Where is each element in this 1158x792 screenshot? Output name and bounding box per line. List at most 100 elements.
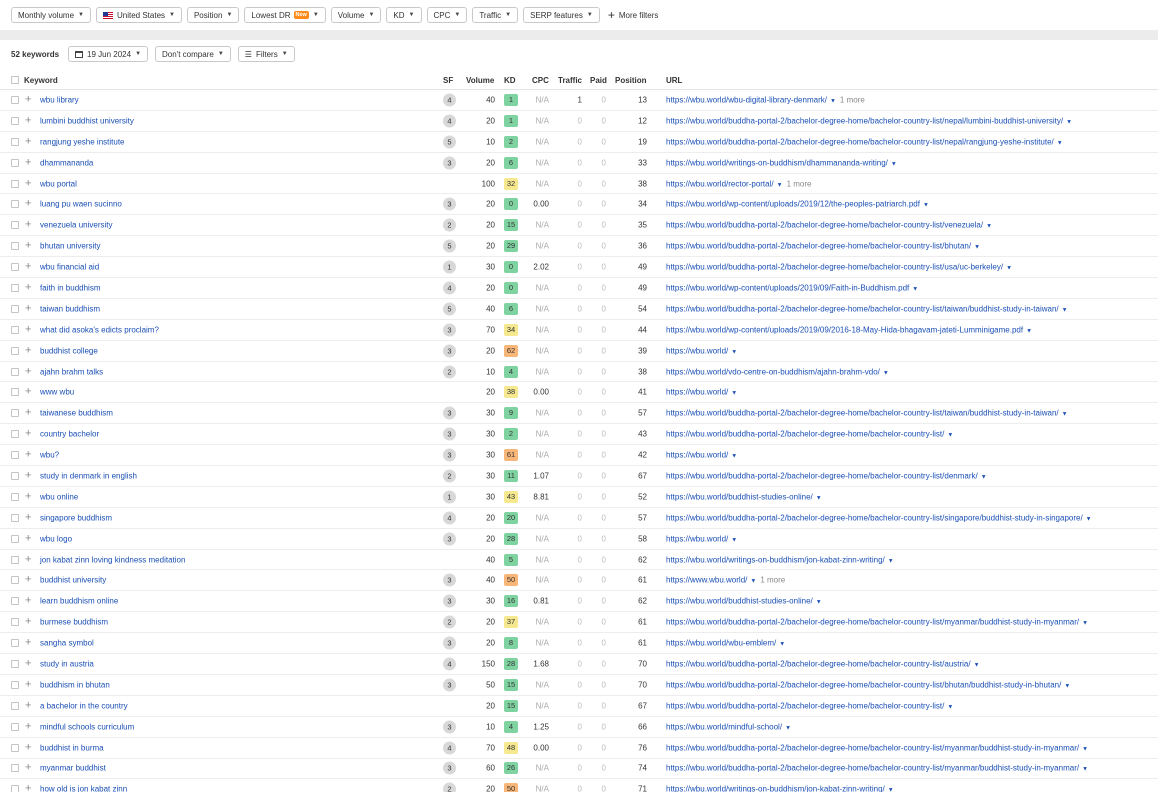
chevron-down-icon[interactable]: ▼ xyxy=(1066,119,1072,125)
serp-features-badge[interactable]: 4 xyxy=(443,281,456,295)
keyword-link[interactable]: bhutan university xyxy=(40,242,100,251)
row-checkbox[interactable] xyxy=(11,95,19,104)
url-link[interactable]: https://wbu.world/ xyxy=(666,346,728,355)
keyword-link[interactable]: wbu online xyxy=(40,492,78,501)
chevron-down-icon[interactable]: ▼ xyxy=(1086,516,1092,522)
row-checkbox[interactable] xyxy=(11,471,19,480)
chevron-down-icon[interactable]: ▼ xyxy=(785,725,791,731)
keyword-link[interactable]: taiwanese buddhism xyxy=(40,409,113,418)
row-checkbox[interactable] xyxy=(11,451,19,460)
serp-features-badge[interactable]: 2 xyxy=(443,365,456,379)
serp-features-badge[interactable]: 3 xyxy=(443,344,456,358)
row-checkbox[interactable] xyxy=(11,722,19,731)
col-keyword[interactable]: Keyword xyxy=(24,76,58,85)
url-link[interactable]: https://wbu.world/mindful-school/ xyxy=(666,722,782,731)
keyword-link[interactable]: rangjung yeshe institute xyxy=(40,137,125,146)
row-checkbox[interactable] xyxy=(11,137,19,146)
filter-traffic[interactable]: Traffic ▼ xyxy=(472,7,519,23)
serp-features-badge[interactable]: 2 xyxy=(443,615,456,629)
keyword-link[interactable]: wbu library xyxy=(40,95,79,104)
url-link[interactable]: https://wbu.world/wbu-digital-library-de… xyxy=(666,95,827,104)
serp-features-badge[interactable]: 4 xyxy=(443,114,456,128)
keyword-link[interactable]: wbu portal xyxy=(40,179,77,188)
url-link[interactable]: https://wbu.world/buddhist-studies-onlin… xyxy=(666,492,813,501)
serp-features-badge[interactable]: 4 xyxy=(443,93,456,107)
add-to-list-icon[interactable]: + xyxy=(25,637,31,649)
keyword-link[interactable]: how old is jon kabat zinn xyxy=(40,785,127,792)
keyword-link[interactable]: what did asoka's edicts proclaim? xyxy=(40,325,159,334)
chevron-down-icon[interactable]: ▼ xyxy=(816,495,822,501)
col-cpc[interactable]: CPC xyxy=(532,76,549,85)
add-to-list-icon[interactable]: + xyxy=(25,157,31,168)
row-checkbox[interactable] xyxy=(11,701,19,710)
keyword-link[interactable]: myanmar buddhist xyxy=(40,764,106,773)
chevron-down-icon[interactable]: ▼ xyxy=(830,98,836,104)
url-link[interactable]: https://wbu.world/wp-content/uploads/201… xyxy=(666,200,920,209)
add-to-list-icon[interactable]: + xyxy=(25,136,31,147)
select-all-checkbox[interactable] xyxy=(11,76,19,84)
chevron-down-icon[interactable]: ▼ xyxy=(1082,767,1088,773)
row-checkbox[interactable] xyxy=(11,534,19,543)
url-link[interactable]: https://wbu.world/wp-content/uploads/201… xyxy=(666,325,1023,334)
add-to-list-icon[interactable]: + xyxy=(25,679,31,690)
col-traffic[interactable]: Traffic xyxy=(558,76,582,85)
add-to-list-icon[interactable]: + xyxy=(25,345,31,356)
add-to-list-icon[interactable]: + xyxy=(25,94,31,105)
serp-features-badge[interactable]: 3 xyxy=(443,323,456,337)
col-volume[interactable]: Volume xyxy=(466,76,494,85)
row-checkbox[interactable] xyxy=(11,639,19,648)
row-checkbox[interactable] xyxy=(11,304,19,313)
row-checkbox[interactable] xyxy=(11,618,19,627)
filter-united-states[interactable]: United States ▼ xyxy=(95,7,182,23)
add-to-list-icon[interactable]: + xyxy=(25,470,31,481)
row-checkbox[interactable] xyxy=(11,513,19,522)
url-link[interactable]: https://wbu.world/buddha-portal-2/bachel… xyxy=(666,263,1003,272)
row-checkbox[interactable] xyxy=(11,263,19,272)
add-to-list-icon[interactable]: + xyxy=(25,491,31,502)
keyword-link[interactable]: lumbini buddhist university xyxy=(40,116,134,125)
more-urls-link[interactable]: 1 more xyxy=(760,576,785,585)
chevron-down-icon[interactable]: ▼ xyxy=(1006,266,1012,272)
chevron-down-icon[interactable]: ▼ xyxy=(1082,621,1088,627)
col-kd[interactable]: KD xyxy=(504,76,516,85)
keyword-link[interactable]: jon kabat zinn loving kindness meditatio… xyxy=(40,555,185,564)
url-link[interactable]: https://wbu.world/buddha-portal-2/bachel… xyxy=(666,513,1083,522)
filter-monthly-volume[interactable]: Monthly volume ▼ xyxy=(11,7,91,23)
url-link[interactable]: https://wbu.world/buddha-portal-2/bachel… xyxy=(666,430,944,439)
keyword-link[interactable]: country bachelor xyxy=(40,430,99,439)
chevron-down-icon[interactable]: ▼ xyxy=(923,203,929,209)
serp-features-badge[interactable]: 3 xyxy=(443,448,456,462)
chevron-down-icon[interactable]: ▼ xyxy=(974,662,980,668)
serp-features-badge[interactable]: 2 xyxy=(443,218,456,232)
serp-features-badge[interactable]: 4 xyxy=(443,657,456,671)
chevron-down-icon[interactable]: ▼ xyxy=(731,454,737,460)
add-to-list-icon[interactable]: + xyxy=(25,554,31,565)
row-checkbox[interactable] xyxy=(11,659,19,668)
chevron-down-icon[interactable]: ▼ xyxy=(816,600,822,606)
chevron-down-icon[interactable]: ▼ xyxy=(750,579,756,585)
row-checkbox[interactable] xyxy=(11,785,19,792)
chevron-down-icon[interactable]: ▼ xyxy=(947,704,953,710)
chevron-down-icon[interactable]: ▼ xyxy=(912,286,918,292)
keyword-link[interactable]: learn buddhism online xyxy=(40,597,118,606)
more-urls-link[interactable]: 1 more xyxy=(840,95,865,104)
add-to-list-icon[interactable]: + xyxy=(25,386,31,398)
col-url[interactable]: URL xyxy=(666,76,682,85)
url-link[interactable]: https://wbu.world/buddha-portal-2/bachel… xyxy=(666,743,1079,752)
url-link[interactable]: https://wbu.world/ xyxy=(666,534,728,543)
chevron-down-icon[interactable]: ▼ xyxy=(1062,307,1068,313)
filter-cpc[interactable]: CPC ▼ xyxy=(426,7,468,23)
serp-features-badge[interactable]: 2 xyxy=(443,782,456,792)
chevron-down-icon[interactable]: ▼ xyxy=(891,161,897,167)
url-link[interactable]: https://wbu.world/buddha-portal-2/bachel… xyxy=(666,701,944,710)
filters-button[interactable]: ☰ Filters ▼ xyxy=(237,46,295,62)
chevron-down-icon[interactable]: ▼ xyxy=(779,642,785,648)
url-link[interactable]: https://wbu.world/buddha-portal-2/bachel… xyxy=(666,221,983,230)
chevron-down-icon[interactable]: ▼ xyxy=(888,558,894,564)
url-link[interactable]: https://wbu.world/wbu-emblem/ xyxy=(666,639,776,648)
add-to-list-icon[interactable]: + xyxy=(25,783,31,792)
keyword-link[interactable]: buddhism in bhutan xyxy=(40,680,110,689)
serp-features-badge[interactable]: 5 xyxy=(443,135,456,149)
add-to-list-icon[interactable]: + xyxy=(25,574,31,586)
row-checkbox[interactable] xyxy=(11,430,19,439)
